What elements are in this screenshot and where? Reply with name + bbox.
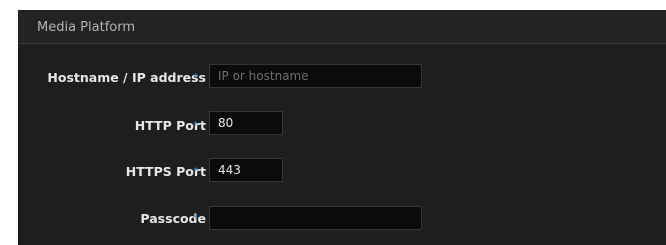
passcode-input[interactable] [209, 206, 422, 230]
section-title: Media Platform [37, 20, 136, 35]
hostname-input[interactable] [209, 64, 422, 88]
panel-header: Media Platform [18, 10, 666, 44]
hostname-required-marker: * [193, 72, 198, 83]
https-port-input[interactable] [209, 158, 283, 182]
passcode-required-marker: * [193, 213, 198, 224]
http-port-required-marker: * [193, 120, 198, 131]
http-port-input[interactable] [209, 111, 283, 135]
hostname-label: Hostname / IP address [47, 70, 206, 85]
https-port-required-marker: * [193, 166, 198, 177]
